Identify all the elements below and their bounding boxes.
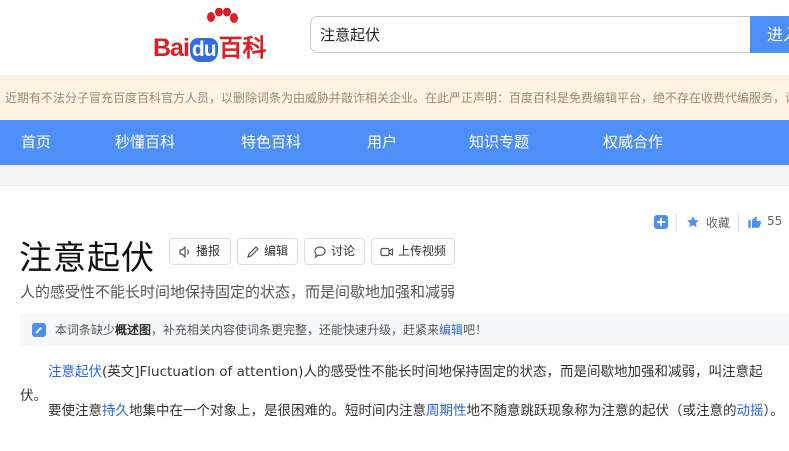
main-nav: 首页 秒懂百科 特色百科 用户 知识专题 权威合作 <box>0 120 789 165</box>
chat-bubble-icon <box>314 246 326 259</box>
nav-item-miaodong[interactable]: 秒懂百科 <box>115 120 175 165</box>
nav-item-authority[interactable]: 权威合作 <box>603 120 663 165</box>
term-link[interactable]: 动摇 <box>737 403 764 419</box>
nav-item-topics[interactable]: 知识专题 <box>469 120 529 165</box>
baidu-baike-logo[interactable]: Bai du 百科 <box>153 8 293 62</box>
logo-wordmark: Bai du 百科 <box>153 34 267 62</box>
term-link[interactable]: 注意起伏 <box>48 364 102 380</box>
search-input[interactable] <box>311 17 751 52</box>
overview-image-label: 概述图 <box>115 323 152 337</box>
favorite-label[interactable]: 收藏 <box>706 214 730 231</box>
broadcast-button[interactable]: 播报 <box>169 238 231 265</box>
search-button[interactable]: 进入 <box>750 16 789 53</box>
nav-separator <box>0 165 789 186</box>
content-paragraph: 要使注意持久地集中在一个对象上，是很困难的。短时间内注意周期性地不随意跳跃现象称… <box>48 403 784 419</box>
tip-edit-link[interactable]: 编辑 <box>439 323 463 337</box>
search-box[interactable] <box>310 16 751 53</box>
discuss-button[interactable]: 讨论 <box>304 238 365 265</box>
pencil-icon <box>247 246 259 258</box>
divider <box>676 213 677 231</box>
warning-notice-bar: 近期有不法分子冒充百度百科官方人员，以删除词条为由威胁并敲诈相关企业。在此严正声… <box>0 75 789 120</box>
nav-item-home[interactable]: 首页 <box>21 120 51 165</box>
like-count: 55 <box>767 214 783 228</box>
nav-item-special[interactable]: 特色百科 <box>241 120 301 165</box>
upload-video-button[interactable]: 上传视频 <box>371 238 455 265</box>
notice-text: 近期有不法分子冒充百度百科官方人员，以删除词条为由威胁并敲诈相关企业。在此严正声… <box>5 91 789 105</box>
page-title: 注意起伏 <box>19 238 155 277</box>
star-icon[interactable] <box>686 215 700 229</box>
edit-note-icon <box>32 323 46 337</box>
entry-subtitle: 人的感受性不能长时间地保持固定的状态，而是间歇地加强和减弱 <box>20 283 456 301</box>
term-link[interactable]: 持久 <box>102 403 129 419</box>
divider <box>738 213 739 231</box>
term-link[interactable]: 周期性 <box>426 403 467 419</box>
thumbs-up-icon[interactable] <box>747 214 762 229</box>
edit-button[interactable]: 编辑 <box>237 238 298 265</box>
add-icon[interactable] <box>654 215 668 229</box>
site-header: Baidu百科 进入 <box>0 0 789 75</box>
speaker-icon <box>179 245 189 259</box>
video-camera-icon <box>380 247 394 257</box>
missing-overview-tip: 本词条缺少概述图，补充相关内容使词条更完整，还能快速升级，赶紧来编辑吧！ <box>20 314 789 346</box>
nav-item-users[interactable]: 用户 <box>367 120 397 165</box>
